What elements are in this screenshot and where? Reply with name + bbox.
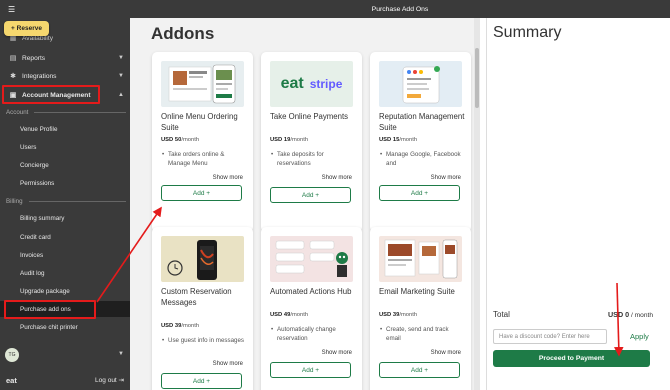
sidebar-item-integrations[interactable]: ✱ Integrations ▼ (0, 68, 130, 84)
addon-price: USD 39/month (161, 323, 200, 329)
sidebar-item-invoices[interactable]: Invoices (0, 247, 130, 263)
addon-price: USD 15/month (379, 137, 418, 143)
stripe-logo: stripe (309, 77, 343, 91)
gear-icon: ✱ (10, 73, 16, 80)
show-more-link[interactable]: Show more (213, 361, 243, 367)
chevron-up-icon: ▲ (118, 92, 124, 98)
sidebar-item-concierge[interactable]: Concierge (0, 157, 130, 173)
highlight-box-purchase-add-ons (4, 300, 96, 319)
sidebar-item-credit-card[interactable]: Credit card (0, 229, 130, 245)
addons-panel: Addons Online Menu Ordering Suite USD 50… (130, 18, 480, 390)
addon-image (270, 236, 353, 282)
chevron-down-icon: ▼ (118, 55, 124, 61)
show-more-link[interactable]: Show more (322, 350, 352, 356)
show-more-link[interactable]: Show more (322, 175, 352, 181)
addon-card-custom-messages: Custom Reservation Messages USD 39/month… (152, 227, 253, 390)
sidebar-item-reports[interactable]: ▤ Reports ▼ (0, 50, 130, 66)
total-amount: USD 0 / month (607, 310, 653, 319)
addons-title: Addons (151, 24, 215, 43)
addon-image: eat stripe (270, 61, 353, 107)
sidebar: ☰ ▦ Availability + Reserve ▤ Reports ▼ ✱… (0, 0, 130, 390)
chevron-down-icon: ▼ (118, 73, 124, 79)
highlight-box-account-management (2, 85, 100, 104)
add-button[interactable]: Add + (379, 185, 460, 201)
show-more-link[interactable]: Show more (431, 350, 461, 356)
addon-description: Automatically change reservation (270, 325, 356, 343)
bar-chart-icon: ▤ (9, 55, 17, 62)
sidebar-item-venue-profile[interactable]: Venue Profile (0, 121, 130, 137)
addon-card-online-menu: Online Menu Ordering Suite USD 50/month … (152, 52, 253, 232)
addon-card-email-marketing: Email Marketing Suite USD 39/month Creat… (370, 227, 471, 390)
add-button[interactable]: Add + (161, 373, 242, 389)
scrollbar[interactable] (474, 18, 480, 390)
addon-price: USD 39/month (379, 312, 418, 318)
sidebar-item-upgrade-package[interactable]: Upgrade package (0, 283, 130, 299)
addon-name: Email Marketing Suite (379, 287, 455, 296)
total-row: Total USD 0 / month (493, 310, 653, 319)
addon-image (161, 61, 244, 107)
section-billing: Billing (6, 198, 126, 205)
addon-image (161, 236, 244, 282)
discount-code-input[interactable]: Have a discount code? Enter here (493, 329, 607, 344)
add-button[interactable]: Add + (270, 362, 351, 378)
addon-name: Custom Reservation Messages (161, 287, 232, 307)
add-button[interactable]: Add + (379, 362, 460, 378)
eat-logo: eat (6, 375, 17, 385)
addon-name: Online Menu Ordering Suite (161, 112, 238, 132)
addon-description: Create, send and track email (379, 325, 465, 343)
top-bar: Purchase Add Ons (130, 0, 670, 18)
addon-price: USD 50/month (161, 137, 200, 143)
addon-image (379, 61, 462, 107)
show-more-link[interactable]: Show more (213, 175, 243, 181)
page-title: Purchase Add Ons (371, 5, 429, 13)
addon-card-automated-actions: Automated Actions Hub USD 49/month Autom… (261, 227, 362, 390)
reserve-button[interactable]: + Reserve (4, 21, 49, 36)
addon-image (379, 236, 462, 282)
add-button[interactable]: Add + (161, 185, 242, 201)
add-button[interactable]: Add + (270, 187, 351, 203)
addon-name: Automated Actions Hub (270, 287, 352, 296)
sidebar-item-users[interactable]: Users (0, 139, 130, 155)
proceed-to-payment-button[interactable]: Proceed to Payment (493, 350, 650, 367)
addon-card-reputation: Reputation Management Suite USD 15/month… (370, 52, 471, 232)
scrollbar-thumb[interactable] (475, 48, 479, 108)
summary-panel: Summary Total USD 0 / month Have a disco… (486, 18, 670, 390)
addon-description: Take deposits for reservations (270, 150, 356, 168)
addon-description: Manage Google, Facebook and (379, 150, 465, 168)
addon-description: Take orders online & Manage Menu (161, 150, 247, 168)
addon-description: Use guest info in messages (161, 336, 247, 345)
chevron-down-icon[interactable]: ▼ (118, 351, 124, 357)
section-account: Account (6, 109, 126, 116)
addon-name: Reputation Management Suite (379, 112, 465, 132)
addon-name: Take Online Payments (270, 112, 349, 121)
show-more-link[interactable]: Show more (431, 175, 461, 181)
logout-button[interactable]: Log out ⇥ (95, 376, 124, 384)
addon-card-online-payments: eat stripe Take Online Payments USD 19/m… (261, 52, 362, 232)
sidebar-item-audit-log[interactable]: Audit log (0, 265, 130, 281)
addon-price: USD 19/month (270, 137, 309, 143)
sidebar-item-purchase-chit-printer[interactable]: Purchase chit printer (0, 319, 130, 335)
apply-button[interactable]: Apply (630, 332, 649, 341)
addon-price: USD 49/month (270, 312, 309, 318)
collapse-sidebar-icon[interactable]: ☰ (8, 5, 15, 14)
logout-icon: ⇥ (118, 377, 124, 384)
eat-logo: eat (280, 75, 304, 92)
summary-title: Summary (493, 24, 562, 41)
sidebar-item-billing-summary[interactable]: Billing summary (0, 210, 130, 226)
avatar[interactable]: TG (5, 348, 19, 362)
sidebar-item-permissions[interactable]: Permissions (0, 175, 130, 191)
